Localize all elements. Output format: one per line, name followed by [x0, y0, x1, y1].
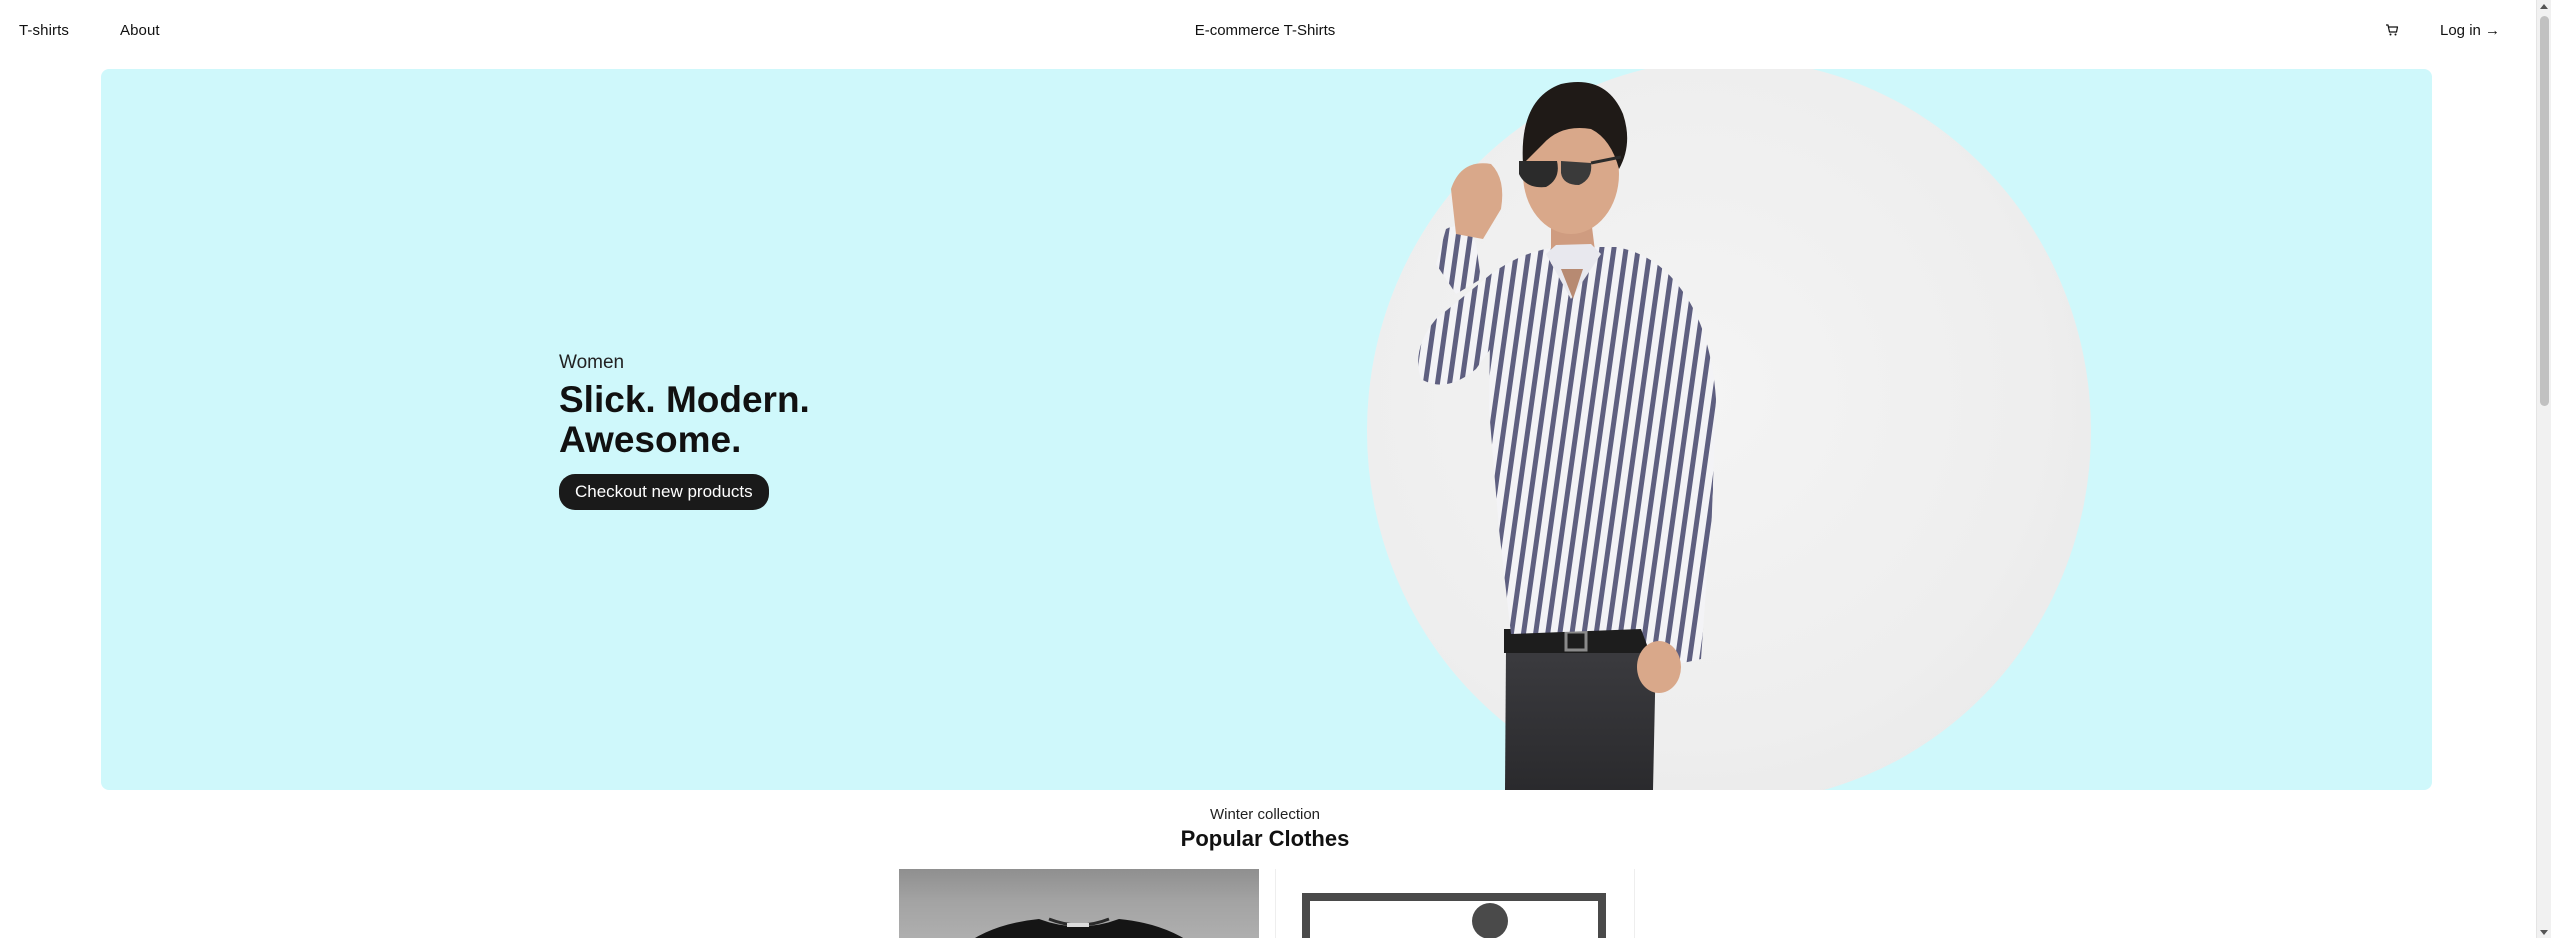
scroll-thumb[interactable] — [2540, 16, 2549, 406]
site-title[interactable]: E-commerce T-Shirts — [1060, 22, 1470, 39]
product-card[interactable] — [1275, 869, 1635, 938]
collection-subtitle: Winter collection — [1209, 806, 1321, 823]
page: T-shirts About E-commerce T-Shirts Log i… — [0, 0, 2551, 938]
top-navigation: T-shirts About E-commerce T-Shirts Log i… — [0, 0, 2536, 66]
page-scrollbar[interactable] — [2536, 0, 2551, 938]
checkout-new-products-button[interactable]: Checkout new products — [559, 474, 769, 510]
cart-icon — [2386, 24, 2399, 36]
hero-text-block: Women Slick. Modern. Awesome. Checkout n… — [559, 352, 899, 510]
hero-banner: Women Slick. Modern. Awesome. Checkout n… — [101, 69, 2432, 790]
scroll-down-arrow-icon[interactable] — [2540, 930, 2548, 935]
product-image-black-tshirt — [974, 917, 1184, 938]
hero-model-image — [1418, 82, 1716, 790]
hero-headline: Slick. Modern. Awesome. — [559, 379, 810, 460]
login-button[interactable]: Log in → — [2440, 22, 2500, 39]
product-card[interactable] — [899, 869, 1259, 938]
scroll-up-arrow-icon[interactable] — [2540, 4, 2548, 9]
nav-link-about[interactable]: About — [120, 22, 160, 39]
product-image-placeholder — [1302, 893, 1606, 938]
cart-button[interactable] — [2383, 21, 2401, 39]
collection-title: Popular Clothes — [1180, 826, 1350, 851]
nav-link-tshirts[interactable]: T-shirts — [19, 22, 69, 39]
hero-subtitle: Women — [559, 352, 625, 373]
